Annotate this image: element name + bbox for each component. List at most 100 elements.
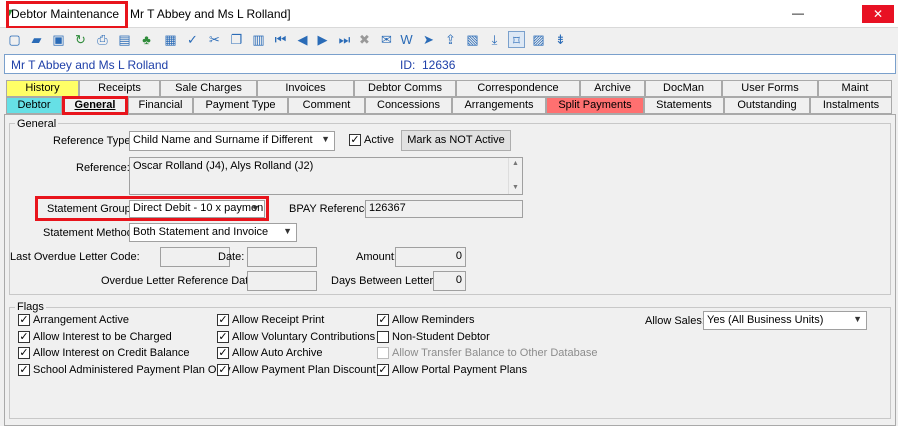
tag-icon[interactable]: ⌑ [508,31,525,48]
allow-portal-payment-plans-checkbox[interactable]: ✓ Allow Portal Payment Plans [377,364,527,376]
tab-outstanding[interactable]: Outstanding [724,97,810,114]
record-title: Mr T Abbey and Ms L Rolland] [130,7,291,21]
open-icon[interactable]: ▰ [28,31,45,48]
tab-maint[interactable]: Maint [818,80,892,97]
checkbox-label: Arrangement Active [33,314,129,326]
report-icon[interactable]: ▧ [464,31,481,48]
pin-icon[interactable]: ⇟ [552,31,569,48]
tab-user-forms[interactable]: User Forms [722,80,818,97]
tab-statements[interactable]: Statements [644,97,724,114]
allow-sales-select[interactable]: Yes (All Business Units) ▼ [703,311,867,330]
tab-concessions[interactable]: Concessions [365,97,452,114]
allow-receipt-print-checkbox[interactable]: ✓ Allow Receipt Print [217,314,324,326]
last-overdue-label: Last Overdue Letter Code: [10,251,140,263]
tab-archive[interactable]: Archive [580,80,645,97]
active-label: Active [364,134,394,146]
allow-payment-plan-discount-checkbox[interactable]: ✓ Allow Payment Plan Discount [217,364,376,376]
statement-method-select[interactable]: Both Statement and Invoice ▼ [129,223,297,242]
tab-sale-charges[interactable]: Sale Charges [160,80,257,97]
checkbox-label: Allow Interest to be Charged [33,331,172,343]
copy-icon[interactable]: ❐ [228,31,245,48]
refresh-icon[interactable]: ↻ [72,31,89,48]
mark-not-active-button[interactable]: Mark as NOT Active [401,130,511,151]
reference-type-select[interactable]: Child Name and Surname if Different ▼ [129,131,335,151]
export-icon[interactable]: ⇪ [442,31,459,48]
tab-instalments[interactable]: Instalments [810,97,892,114]
active-check-box: ✓ [349,134,361,146]
new-icon[interactable]: ▢ [6,31,23,48]
app-title: Debtor Maintenance [11,7,120,21]
arrangement-active-checkbox[interactable]: ✓ Arrangement Active [18,314,129,326]
tab-receipts[interactable]: Receipts [79,80,160,97]
active-checkbox[interactable]: ✓ Active [349,134,394,146]
statement-group-select[interactable]: Direct Debit - 10 x paymen ▼ [129,200,265,218]
debtor-name-bar: Mr T Abbey and Ms L Rolland ID: 12636 [4,54,896,74]
checkbox-label: Allow Reminders [392,314,475,326]
overdue-ref-date-label: Overdue Letter Reference Date: [101,275,258,287]
chevron-down-icon: ▼ [251,203,260,213]
next-icon[interactable]: ▶ [314,31,331,48]
spell-check-icon[interactable]: ✓ [184,31,201,48]
tab-debtor[interactable]: Debtor [6,97,62,114]
tab-general[interactable]: General [62,96,128,115]
overdue-ref-date-field[interactable] [247,271,317,291]
allow-sales-label: Allow Sales: [645,315,705,327]
first-icon[interactable]: ⏮ [272,31,289,48]
cut-icon[interactable]: ✂ [206,31,223,48]
tab-invoices[interactable]: Invoices [257,80,354,97]
check-box [377,331,389,343]
tree-icon[interactable]: ♣ [138,31,155,48]
checkbox-label: Allow Portal Payment Plans [392,364,528,376]
previous-icon[interactable]: ◀ [294,31,311,48]
reference-scrollbar[interactable]: ▲ ▼ [508,158,522,194]
reference-value: Oscar Rolland (J4), Alys Rolland (J2) [133,160,314,172]
print-icon[interactable]: ⎙ [94,31,111,48]
date-field[interactable] [247,247,317,267]
paste-icon[interactable]: ▥ [250,31,267,48]
tab-payment-type[interactable]: Payment Type [193,97,288,114]
tab-docman[interactable]: DocMan [645,80,722,97]
check-box: ✓ [217,364,229,376]
last-icon[interactable]: ⏭ [336,31,353,48]
tab-debtor-comms[interactable]: Debtor Comms [354,80,456,97]
check-box: ✓ [18,347,30,359]
clipboard-icon[interactable]: ▨ [530,31,547,48]
tab-correspondence[interactable]: Correspondence [456,80,580,97]
delete-icon[interactable]: ✖ [356,31,373,48]
tab-comment[interactable]: Comment [288,97,365,114]
debtor-id-label: ID: [400,58,416,72]
save-icon[interactable]: ▣ [50,31,67,48]
email-icon[interactable]: ✉ [378,31,395,48]
school-administered-payment-plan-only-checkbox[interactable]: ✓ School Administered Payment Plan Only [18,364,231,376]
check-box: ✓ [18,331,30,343]
days-between-field[interactable]: 0 [433,271,466,291]
tab-arrangements[interactable]: Arrangements [452,97,546,114]
reference-textarea[interactable]: Oscar Rolland (J4), Alys Rolland (J2) ▲ ▼ [129,157,523,195]
statement-method-label: Statement Method: [43,227,136,239]
allow-interest-on-credit-balance-checkbox[interactable]: ✓ Allow Interest on Credit Balance [18,347,190,359]
edit-icon[interactable]: ▤ [116,31,133,48]
calculator-icon[interactable]: ▦ [162,31,179,48]
statement-method-value: Both Statement and Invoice [133,226,269,238]
allow-reminders-checkbox[interactable]: ✓ Allow Reminders [377,314,475,326]
minimize-button[interactable]: — [778,5,818,23]
send-icon[interactable]: ➤ [420,31,437,48]
amount-field[interactable]: 0 [395,247,466,267]
close-button[interactable]: ✕ [862,5,894,23]
allow-auto-archive-checkbox[interactable]: ✓ Allow Auto Archive [217,347,323,359]
checkbox-label: School Administered Payment Plan Only [33,364,231,376]
tab-split-payments[interactable]: Split Payments [546,97,644,114]
check-box: ✓ [217,347,229,359]
allow-voluntary-contributions-checkbox[interactable]: ✓ Allow Voluntary Contributions [217,331,375,343]
bpay-value: 126367 [369,202,406,214]
check-box: ✓ [18,364,30,376]
word-icon[interactable]: W [398,31,415,48]
allow-transfer-balance-to-other-database-checkbox: Allow Transfer Balance to Other Database [377,347,597,359]
check-box: ✓ [18,314,30,326]
allow-interest-to-be-charged-checkbox[interactable]: ✓ Allow Interest to be Charged [18,331,172,343]
tab-financial[interactable]: Financial [128,97,193,114]
non-student-debtor-checkbox[interactable]: Non-Student Debtor [377,331,490,343]
bpay-field[interactable]: 126367 [365,200,523,218]
tab-history[interactable]: History [6,80,79,97]
download-icon[interactable]: ⤓ [486,31,503,48]
